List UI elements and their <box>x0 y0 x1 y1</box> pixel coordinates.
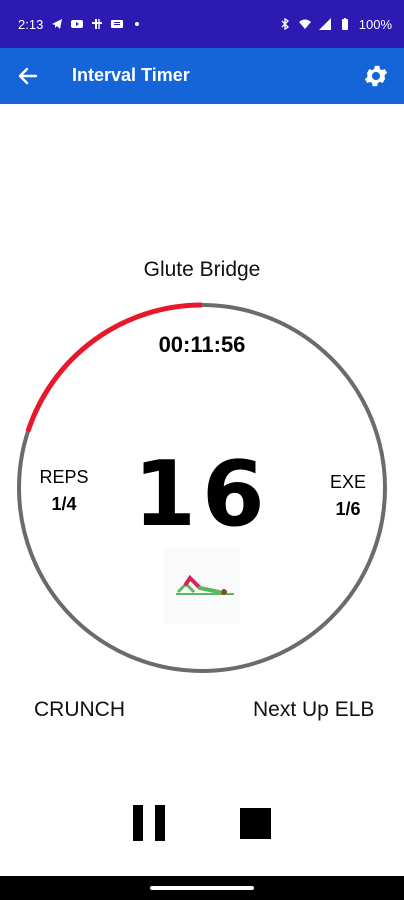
next-exercise: Next Up ELB <box>253 698 375 721</box>
exercise-counter: EXE 1/6 <box>318 472 378 520</box>
stop-icon[interactable] <box>240 808 271 839</box>
elapsed-timer: 00:11:56 <box>158 332 246 357</box>
home-handle[interactable] <box>150 886 254 890</box>
playback-controls <box>0 805 404 845</box>
pause-icon[interactable] <box>133 805 165 841</box>
exercise-illustration <box>164 548 240 624</box>
exe-label: EXE <box>329 472 367 492</box>
ring-progress <box>25 302 203 433</box>
previous-exercise: CRUNCH <box>34 698 125 721</box>
exe-value: 1/6 <box>335 499 361 519</box>
system-nav-bar <box>0 876 404 900</box>
